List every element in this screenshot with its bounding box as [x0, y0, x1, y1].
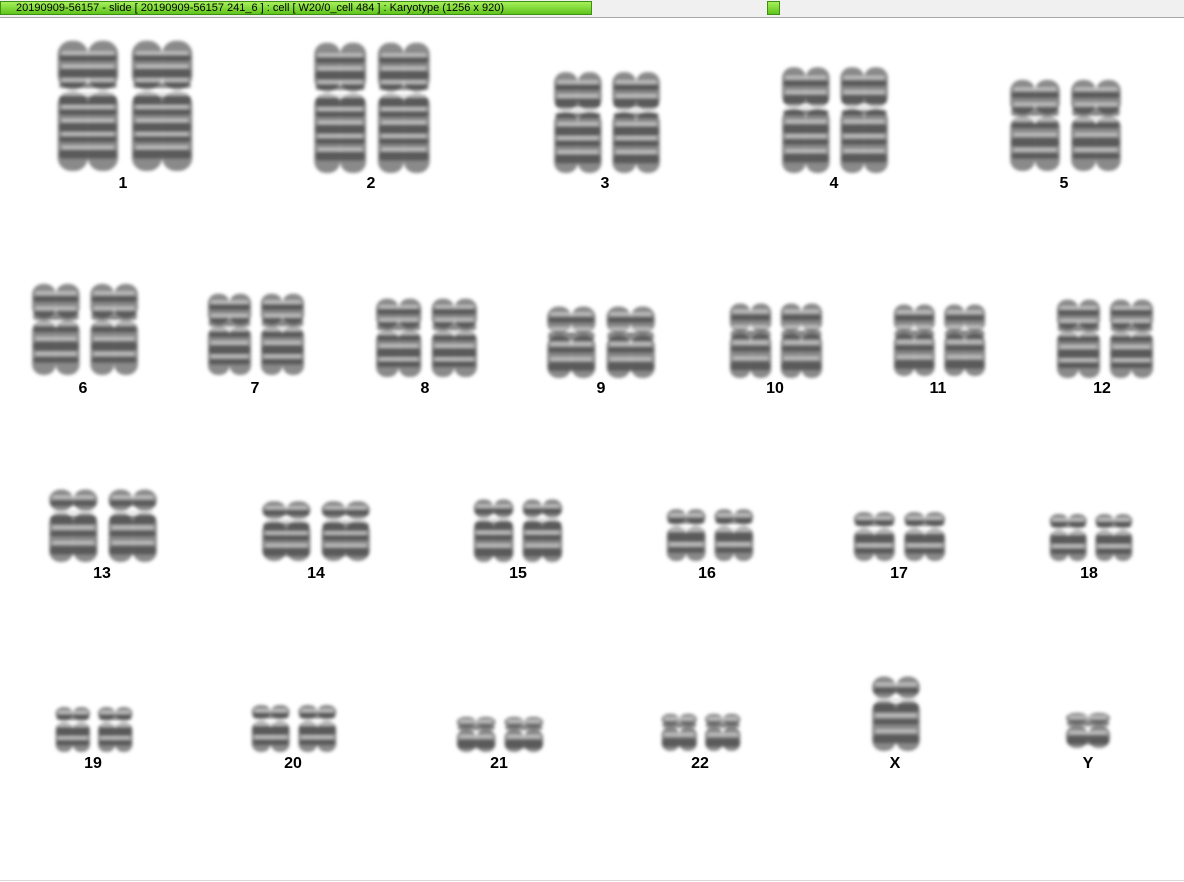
- chromosome-image-18: [1049, 514, 1133, 561]
- chromosome-image-7: [207, 293, 305, 375]
- chromosome-label-16: 16: [698, 565, 716, 582]
- chromosome-image-21: [456, 716, 544, 752]
- chromosome-image-22: [661, 713, 741, 751]
- chromosome-label-11: 11: [929, 380, 947, 397]
- chromosome-label-8: 8: [420, 380, 430, 397]
- chromosome-label-15: 15: [509, 565, 527, 582]
- chromosome-image-x: [872, 676, 920, 751]
- chromosome-label-6: 6: [78, 380, 88, 397]
- chromosome-label-3: 3: [600, 175, 610, 192]
- secondary-tab[interactable]: [767, 1, 780, 15]
- window-title-tab[interactable]: 20190909-56157 - slide [ 20190909-56157 …: [0, 1, 592, 15]
- chromosome-label-20: 20: [284, 755, 302, 772]
- chromosome-image-12: [1056, 299, 1154, 378]
- chromosome-image-11: [893, 304, 986, 376]
- chromosome-image-19: [55, 706, 133, 752]
- chromosome-label-10: 10: [766, 380, 784, 397]
- chromosome-image-1: [57, 40, 193, 171]
- chromosome-image-6: [32, 283, 138, 375]
- chromosome-label-21: 21: [490, 755, 508, 772]
- chromosome-image-8: [375, 298, 478, 377]
- chromosome-image-5: [1010, 79, 1121, 171]
- chromosome-image-3: [554, 72, 660, 173]
- chromosome-image-17: [853, 512, 946, 561]
- chromosome-image-2: [314, 42, 430, 173]
- chromosome-label-13: 13: [93, 565, 111, 582]
- chromosome-label-17: 17: [890, 565, 908, 582]
- chromosome-label-14: 14: [307, 565, 325, 582]
- karyotype-panel: 1 2 3 4 5 6 7 8 9 10 11 12 13 14 15 16 17 18 19 20 21 22 X Y: [0, 18, 1184, 880]
- chromosome-image-4: [782, 67, 888, 173]
- title-bar: 20190909-56157 - slide [ 20190909-56157 …: [0, 0, 1184, 18]
- bottom-divider: [0, 880, 1184, 881]
- chromosome-label-18: 18: [1080, 565, 1098, 582]
- chromosome-label-19: 19: [84, 755, 102, 772]
- chromosome-label-2: 2: [366, 175, 376, 192]
- window-title: 20190909-56157 - slide [ 20190909-56157 …: [16, 2, 505, 14]
- chromosome-label-4: 4: [829, 175, 839, 192]
- chromosome-image-10: [729, 303, 823, 378]
- chromosome-label-22: 22: [691, 755, 709, 772]
- chromosome-image-14: [262, 501, 370, 561]
- chromosome-image-16: [666, 509, 754, 561]
- chromosome-label-1: 1: [118, 175, 128, 192]
- chromosome-image-15: [473, 499, 563, 562]
- chromosome-label-7: 7: [250, 380, 260, 397]
- chromosome-image-9: [547, 306, 655, 378]
- chromosome-image-13: [49, 489, 157, 562]
- chromosome-label-x: X: [889, 755, 901, 772]
- chromosome-label-5: 5: [1059, 175, 1069, 192]
- chromosome-label-12: 12: [1093, 380, 1111, 397]
- chromosome-label-9: 9: [596, 380, 606, 397]
- chromosome-label-y: Y: [1082, 755, 1094, 772]
- chromosome-image-20: [251, 705, 337, 752]
- chromosome-image-y: [1065, 712, 1111, 748]
